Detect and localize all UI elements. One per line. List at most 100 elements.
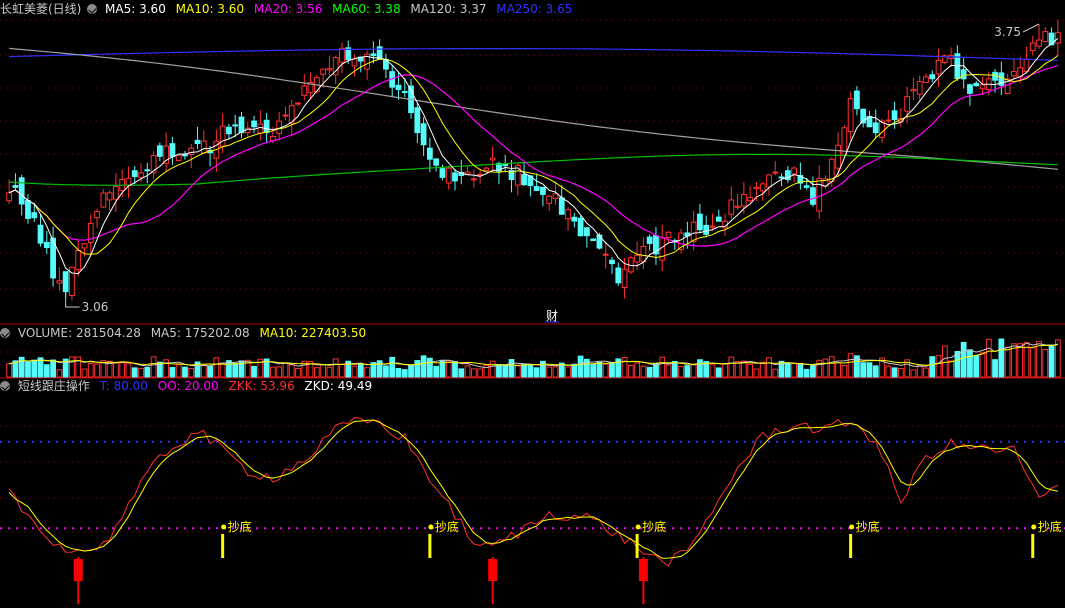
candle-body-down — [37, 224, 44, 244]
candle-body-up — [301, 85, 308, 96]
volume-header: VOLUME: 281504.28 MA5: 175202.08 MA10: 2… — [0, 325, 372, 341]
volume-bar-down — [929, 356, 936, 378]
volume-bar-up — [1054, 339, 1061, 378]
candle-body-up — [1011, 70, 1017, 77]
volume-bar-up — [6, 363, 13, 378]
candle — [609, 256, 615, 274]
volume-bar-up — [125, 362, 132, 378]
volume-bar-up — [332, 358, 339, 378]
candle — [370, 41, 377, 64]
candle-body-up — [188, 147, 195, 155]
candle-body-up — [138, 172, 144, 178]
indicator-header: 短线跟庄操作 T: 80.00 OO: 20.00 ZKK: 53.96 ZKD… — [0, 378, 378, 394]
candle — [885, 109, 892, 124]
candle — [458, 159, 465, 185]
candle-body-up — [75, 249, 82, 271]
candle — [483, 166, 490, 171]
stock-chart[interactable]: 3.75 3.06 财抄底 抄底 抄底 抄底 抄底 — [0, 0, 1065, 608]
volume-bar-down — [992, 359, 998, 378]
candle-body-up — [200, 140, 207, 154]
candle — [301, 74, 308, 101]
volume-bars — [6, 338, 1061, 378]
candle — [50, 226, 56, 287]
buy-signal-label: 抄底 — [642, 519, 666, 534]
candle — [125, 166, 132, 198]
candle-body-up — [445, 167, 452, 184]
candle — [822, 175, 829, 190]
t-legend: T: 80.00 — [99, 379, 148, 393]
candle — [326, 55, 333, 76]
candle — [671, 238, 678, 250]
volume-bar-up — [766, 357, 772, 378]
candle — [364, 50, 370, 81]
volume-bar-up — [119, 362, 126, 378]
candle-body-up — [753, 186, 760, 190]
volume-bar-down — [25, 361, 31, 378]
candle-body-down — [929, 74, 936, 80]
volume-bar-down — [408, 364, 414, 378]
candle — [571, 212, 578, 228]
candle — [973, 80, 980, 87]
candle-body-down — [577, 217, 584, 237]
indicator-settings-icon[interactable] — [0, 381, 10, 391]
candle — [383, 53, 389, 79]
candle-body-up — [847, 98, 854, 133]
candle-body-down — [169, 143, 176, 158]
volume-bar-down — [571, 363, 578, 378]
price-markers: 3.75 3.06 财 — [65, 23, 1040, 323]
volume-bar-up — [313, 367, 320, 378]
volume-legend: VOLUME: 281504.28 — [17, 326, 141, 340]
volume-bar-down — [433, 365, 440, 378]
candle — [923, 73, 929, 84]
candle-body-down — [571, 216, 578, 222]
candle-body-down — [226, 126, 232, 135]
candle-body-up — [904, 96, 911, 112]
candle-body-down — [232, 124, 239, 127]
volume-bar-up — [445, 360, 452, 378]
candle — [238, 112, 245, 138]
candle — [734, 193, 741, 210]
volume-bar-up — [740, 360, 747, 378]
volume-bar-up — [1042, 348, 1049, 378]
candle-body-up — [740, 193, 747, 207]
volume-bar-up — [910, 369, 917, 378]
candle-body-down — [452, 172, 458, 182]
volume-bar-down — [12, 360, 19, 378]
candle — [182, 151, 188, 160]
candle — [703, 215, 710, 238]
candle-body-up — [979, 84, 986, 90]
volume-ma5-legend: MA5: 175202.08 — [150, 326, 250, 340]
candle — [866, 110, 873, 128]
candle — [420, 117, 427, 156]
buy-signal-dot — [428, 524, 434, 530]
candle-body-down — [31, 212, 38, 219]
indicator-title: 短线跟庄操作 — [17, 379, 90, 393]
candle — [251, 115, 257, 134]
volume-bar-up — [627, 364, 634, 378]
candle — [150, 151, 157, 180]
high-price-pointer — [1022, 23, 1040, 33]
candle — [163, 132, 170, 173]
candle-body-up — [885, 119, 892, 122]
buy-signal-dot — [221, 524, 227, 530]
chart-settings-icon[interactable] — [87, 4, 98, 14]
volume-bar-up — [276, 366, 283, 378]
candle-body-up — [759, 183, 766, 192]
volume-bar-up — [489, 360, 496, 378]
candle — [640, 237, 647, 270]
volume-bar-up — [175, 363, 182, 378]
volume-bar-up — [897, 367, 904, 378]
candle-body-up — [690, 221, 697, 242]
candle — [426, 137, 433, 173]
volume-bar-up — [464, 365, 471, 378]
candle — [232, 114, 239, 138]
buy-signal-dot — [849, 524, 855, 530]
candles — [6, 20, 1061, 301]
volume-settings-icon[interactable] — [0, 328, 10, 338]
buy-signal-label: 抄底 — [1038, 519, 1062, 534]
candle-body-down — [583, 227, 590, 237]
zkd-legend: ZKD: 49.49 — [304, 379, 373, 393]
volume-bar-up — [320, 364, 327, 378]
buy-signal-bar — [221, 534, 225, 558]
price-header: 长虹美菱(日线) MA5: 3.60 MA10: 3.60 MA20: 3.56… — [0, 1, 578, 17]
